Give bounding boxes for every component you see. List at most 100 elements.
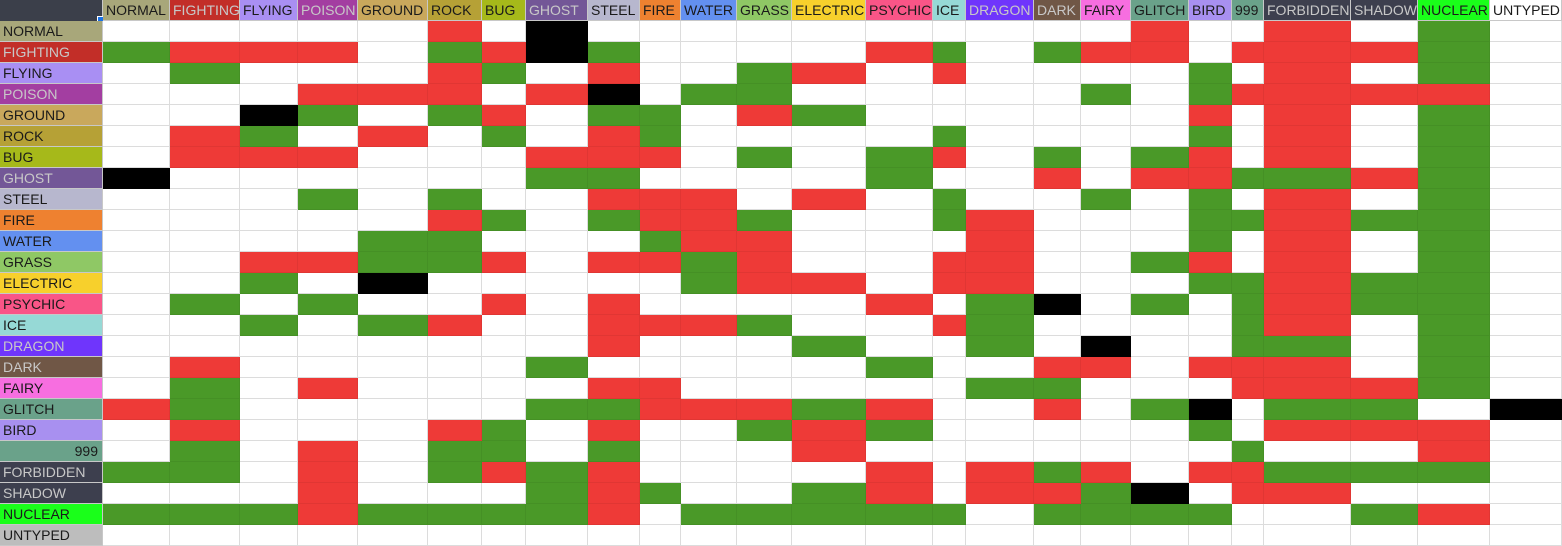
- matchup-cell[interactable]: [358, 378, 428, 399]
- matchup-cell[interactable]: [792, 231, 866, 252]
- matchup-cell[interactable]: [588, 252, 640, 273]
- matchup-cell[interactable]: [170, 63, 240, 84]
- matchup-cell[interactable]: [358, 525, 428, 546]
- matchup-cell[interactable]: [640, 357, 681, 378]
- matchup-cell[interactable]: [1490, 462, 1562, 483]
- matchup-cell[interactable]: [240, 126, 298, 147]
- matchup-cell[interactable]: [1081, 168, 1131, 189]
- matchup-cell[interactable]: [737, 420, 792, 441]
- matchup-cell[interactable]: [358, 420, 428, 441]
- matchup-cell[interactable]: [526, 441, 588, 462]
- matchup-cell[interactable]: [1232, 504, 1264, 525]
- matchup-cell[interactable]: [588, 336, 640, 357]
- matchup-cell[interactable]: [240, 315, 298, 336]
- matchup-cell[interactable]: [1189, 315, 1232, 336]
- matchup-cell[interactable]: [103, 504, 170, 525]
- matchup-cell[interactable]: [1189, 483, 1232, 504]
- matchup-cell[interactable]: [737, 210, 792, 231]
- matchup-cell[interactable]: [1189, 525, 1232, 546]
- matchup-cell[interactable]: [1232, 462, 1264, 483]
- matchup-cell[interactable]: [1264, 315, 1351, 336]
- matchup-cell[interactable]: [298, 189, 358, 210]
- matchup-cell[interactable]: [737, 462, 792, 483]
- matchup-cell[interactable]: [1351, 441, 1418, 462]
- matchup-cell[interactable]: [866, 441, 933, 462]
- matchup-cell[interactable]: [1264, 84, 1351, 105]
- matchup-cell[interactable]: [1131, 315, 1189, 336]
- row-header-poison[interactable]: POISON: [0, 84, 103, 105]
- matchup-cell[interactable]: [1081, 231, 1131, 252]
- matchup-cell[interactable]: [298, 420, 358, 441]
- matchup-cell[interactable]: [1418, 294, 1490, 315]
- matchup-cell[interactable]: [298, 315, 358, 336]
- matchup-cell[interactable]: [1418, 126, 1490, 147]
- matchup-cell[interactable]: [240, 21, 298, 42]
- matchup-cell[interactable]: [866, 525, 933, 546]
- matchup-cell[interactable]: [170, 441, 240, 462]
- column-header-forbidden[interactable]: FORBIDDEN: [1264, 0, 1351, 21]
- matchup-cell[interactable]: [240, 252, 298, 273]
- matchup-cell[interactable]: [588, 357, 640, 378]
- matchup-cell[interactable]: [1131, 147, 1189, 168]
- matchup-cell[interactable]: [1418, 168, 1490, 189]
- matchup-cell[interactable]: [428, 126, 482, 147]
- matchup-cell[interactable]: [240, 525, 298, 546]
- matchup-cell[interactable]: [866, 294, 933, 315]
- matchup-cell[interactable]: [866, 252, 933, 273]
- matchup-cell[interactable]: [1351, 126, 1418, 147]
- matchup-cell[interactable]: [170, 84, 240, 105]
- matchup-cell[interactable]: [298, 294, 358, 315]
- matchup-cell[interactable]: [170, 147, 240, 168]
- matchup-cell[interactable]: [1418, 189, 1490, 210]
- matchup-cell[interactable]: [1081, 273, 1131, 294]
- matchup-cell[interactable]: [358, 231, 428, 252]
- matchup-cell[interactable]: [1081, 336, 1131, 357]
- matchup-cell[interactable]: [1418, 210, 1490, 231]
- matchup-cell[interactable]: [588, 462, 640, 483]
- matchup-cell[interactable]: [737, 525, 792, 546]
- matchup-cell[interactable]: [1490, 357, 1562, 378]
- matchup-cell[interactable]: [482, 252, 526, 273]
- row-header-water[interactable]: WATER: [0, 231, 103, 252]
- matchup-cell[interactable]: [737, 252, 792, 273]
- matchup-cell[interactable]: [482, 357, 526, 378]
- matchup-cell[interactable]: [1264, 63, 1351, 84]
- matchup-cell[interactable]: [298, 147, 358, 168]
- matchup-cell[interactable]: [866, 462, 933, 483]
- matchup-cell[interactable]: [588, 483, 640, 504]
- matchup-cell[interactable]: [866, 63, 933, 84]
- matchup-cell[interactable]: [737, 273, 792, 294]
- matchup-cell[interactable]: [240, 42, 298, 63]
- matchup-cell[interactable]: [170, 294, 240, 315]
- matchup-cell[interactable]: [1081, 126, 1131, 147]
- matchup-cell[interactable]: [1131, 84, 1189, 105]
- matchup-cell[interactable]: [1418, 357, 1490, 378]
- matchup-cell[interactable]: [526, 336, 588, 357]
- matchup-cell[interactable]: [428, 483, 482, 504]
- matchup-cell[interactable]: [1232, 399, 1264, 420]
- matchup-cell[interactable]: [170, 252, 240, 273]
- matchup-cell[interactable]: [1232, 210, 1264, 231]
- matchup-cell[interactable]: [1189, 168, 1232, 189]
- matchup-cell[interactable]: [933, 294, 966, 315]
- matchup-cell[interactable]: [526, 252, 588, 273]
- matchup-cell[interactable]: [1189, 357, 1232, 378]
- matchup-cell[interactable]: [737, 231, 792, 252]
- row-header-fairy[interactable]: FAIRY: [0, 378, 103, 399]
- matchup-cell[interactable]: [933, 231, 966, 252]
- matchup-cell[interactable]: [1232, 126, 1264, 147]
- matchup-cell[interactable]: [1034, 189, 1081, 210]
- matchup-cell[interactable]: [526, 315, 588, 336]
- matchup-cell[interactable]: [1034, 315, 1081, 336]
- matchup-cell[interactable]: [482, 273, 526, 294]
- matchup-cell[interactable]: [792, 420, 866, 441]
- matchup-cell[interactable]: [792, 42, 866, 63]
- matchup-cell[interactable]: [526, 21, 588, 42]
- row-header-ice[interactable]: ICE: [0, 315, 103, 336]
- matchup-cell[interactable]: [866, 189, 933, 210]
- matchup-cell[interactable]: [933, 378, 966, 399]
- matchup-cell[interactable]: [1189, 231, 1232, 252]
- matchup-cell[interactable]: [866, 210, 933, 231]
- matchup-cell[interactable]: [1131, 273, 1189, 294]
- matchup-cell[interactable]: [103, 231, 170, 252]
